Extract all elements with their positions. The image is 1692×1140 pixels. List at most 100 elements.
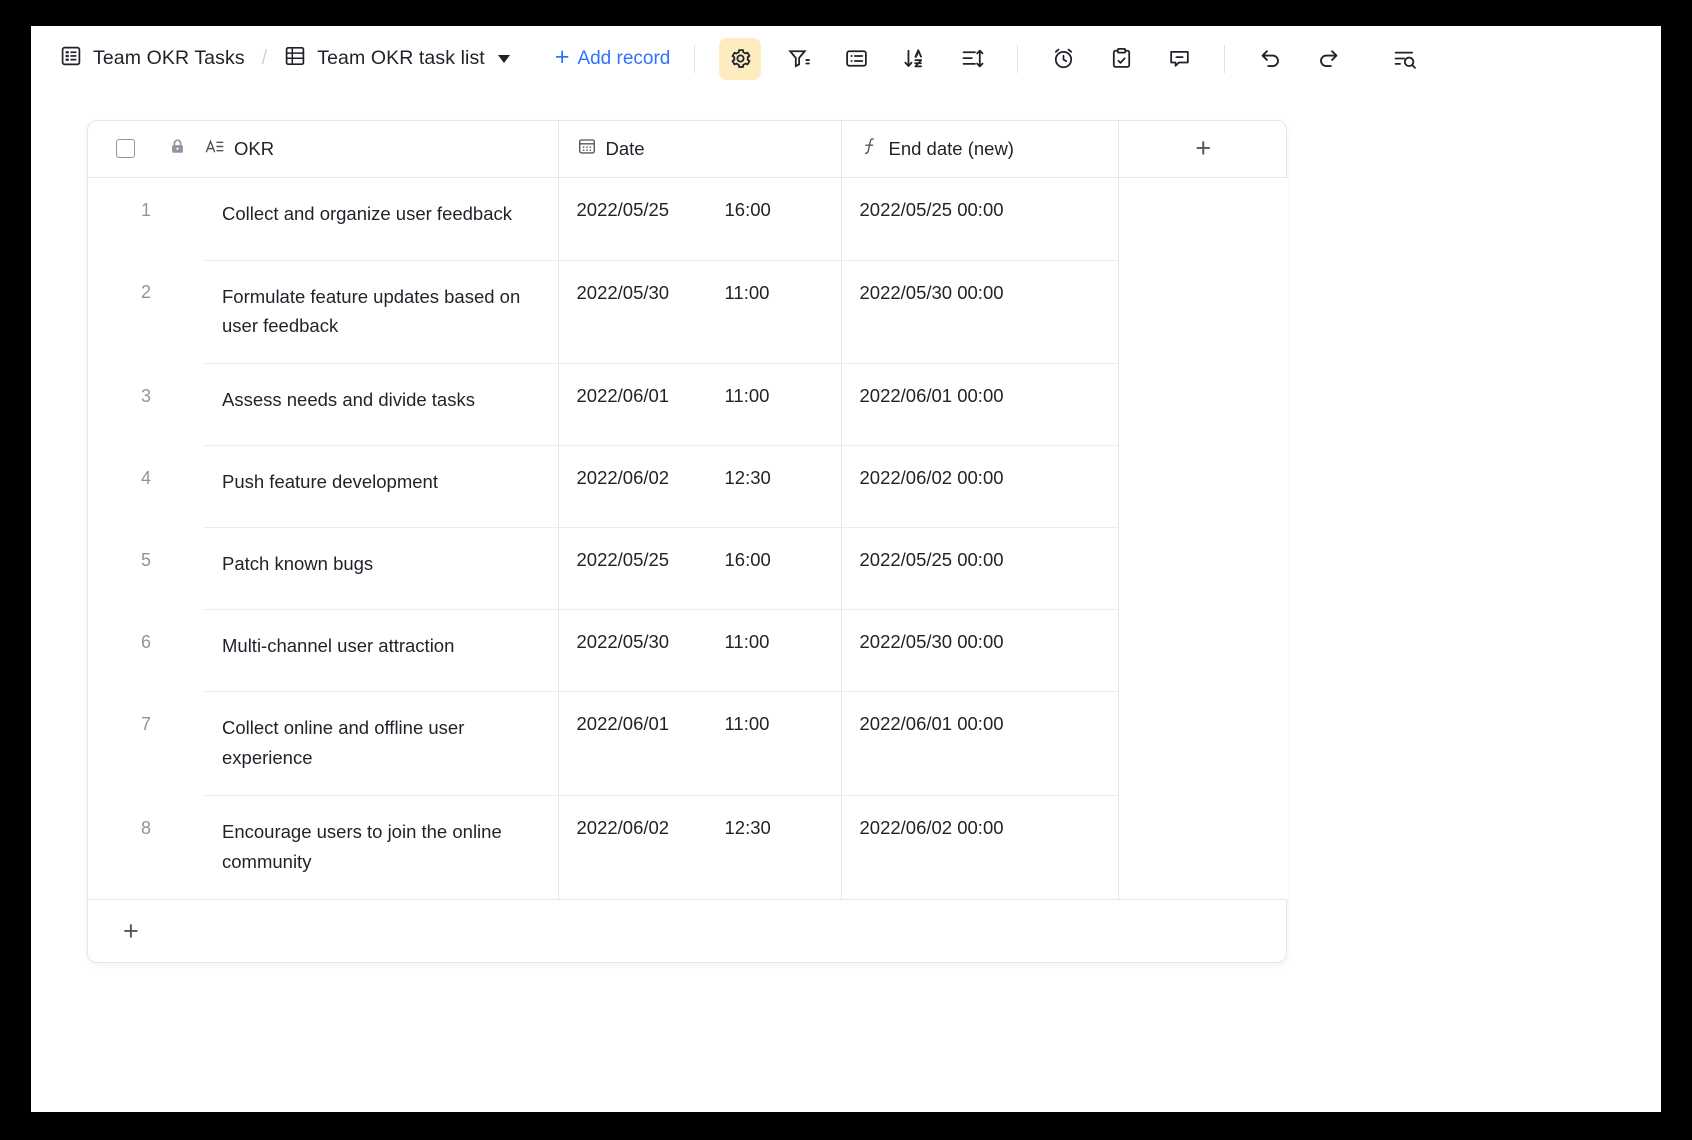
breadcrumb-view-label: Team OKR task list (317, 47, 485, 69)
cell-empty (1118, 527, 1288, 610)
cell-time-value: 11:00 (724, 385, 770, 407)
plus-icon: + (554, 43, 570, 71)
header-cell-okr[interactable]: OKR (204, 121, 559, 178)
row-number: 2 (88, 260, 204, 364)
cell-end-date[interactable]: 2022/06/02 00:00 (841, 795, 1119, 900)
cell-date-value: 2022/05/25 (576, 549, 670, 571)
settings-gear-button[interactable] (719, 37, 762, 80)
cell-end-date[interactable]: 2022/05/25 00:00 (841, 177, 1119, 260)
records-table: OKR Date End date (new) + 1 Collect and … (88, 121, 1288, 900)
cell-end-date[interactable]: 2022/05/30 00:00 (841, 609, 1119, 692)
cell-okr[interactable]: Formulate feature updates based on user … (204, 259, 559, 364)
toolbar-divider-3 (1224, 44, 1226, 73)
cell-end-date[interactable]: 2022/05/30 00:00 (841, 259, 1119, 364)
view-dropdown-caret-icon[interactable] (497, 54, 510, 63)
cell-date[interactable]: 2022/06/01 11:00 (558, 691, 842, 796)
add-record-button[interactable]: + Add record (554, 43, 671, 71)
table-row[interactable]: 2 Formulate feature updates based on use… (88, 259, 1288, 364)
toolbar-divider-1 (694, 44, 696, 73)
table-row[interactable]: 4 Push feature development 2022/06/02 12… (88, 445, 1288, 528)
cell-end-date[interactable]: 2022/06/01 00:00 (841, 691, 1119, 796)
plus-icon: + (123, 915, 139, 946)
formula-field-icon (860, 136, 880, 162)
cell-date-value: 2022/05/25 (576, 198, 670, 220)
add-record-label: Add record (577, 47, 671, 69)
cell-okr[interactable]: Push feature development (204, 445, 559, 528)
header-label-end-date: End date (new) (888, 137, 1014, 159)
header-cell-date[interactable]: Date (558, 121, 842, 178)
table-row[interactable]: 3 Assess needs and divide tasks 2022/06/… (88, 363, 1288, 446)
table-row[interactable]: 1 Collect and organize user feedback 202… (88, 177, 1288, 260)
cell-date[interactable]: 2022/06/02 12:30 (558, 445, 842, 528)
table-row[interactable]: 8 Encourage users to join the online com… (88, 795, 1288, 900)
cell-time-value: 12:30 (724, 817, 771, 839)
header-label-okr: OKR (234, 137, 275, 159)
undo-button[interactable] (1249, 38, 1291, 80)
table-row[interactable]: 5 Patch known bugs 2022/05/25 16:00 2022… (88, 527, 1288, 610)
cell-date[interactable]: 2022/05/30 11:00 (558, 609, 842, 692)
cell-okr[interactable]: Encourage users to join the online commu… (204, 795, 559, 900)
cell-time-value: 16:00 (724, 198, 771, 220)
undo-icon (1258, 46, 1283, 71)
calendar-icon (577, 136, 597, 161)
row-number: 7 (88, 691, 204, 796)
cell-date[interactable]: 2022/05/30 11:00 (558, 259, 842, 364)
cell-okr[interactable]: Collect online and offline user experien… (204, 691, 559, 796)
group-list-icon (844, 46, 869, 71)
search-rows-button[interactable] (1383, 38, 1425, 80)
toolbar-icon-group-view (719, 37, 993, 80)
cell-date[interactable]: 2022/05/25 16:00 (558, 527, 842, 610)
toolbar-divider-2 (1017, 44, 1019, 73)
top-toolbar: Team OKR Tasks / Team OKR task list + Ad… (31, 26, 1661, 91)
clipboard-check-icon (1109, 46, 1134, 71)
breadcrumb-base[interactable]: Team OKR Tasks (60, 45, 245, 72)
row-height-button[interactable] (951, 38, 993, 80)
breadcrumb-view[interactable]: Team OKR task list (284, 45, 485, 72)
filter-button[interactable] (777, 38, 819, 80)
cell-okr[interactable]: Collect and organize user feedback (204, 177, 559, 260)
cell-time-value: 16:00 (724, 549, 771, 571)
add-row-button[interactable]: + (88, 899, 1286, 962)
header-cell-end-date[interactable]: End date (new) (841, 121, 1119, 178)
cell-date-value: 2022/05/30 (576, 281, 670, 303)
toolbar-icon-group-tools (1042, 38, 1200, 80)
cell-okr[interactable]: Multi-channel user attraction (204, 609, 559, 692)
row-number: 8 (88, 795, 204, 900)
base-table-icon (60, 45, 82, 72)
cell-empty (1118, 177, 1288, 260)
cell-end-date[interactable]: 2022/06/02 00:00 (841, 445, 1119, 528)
breadcrumb-base-label: Team OKR Tasks (93, 47, 245, 69)
comment-button[interactable] (1158, 38, 1200, 80)
add-column-button[interactable]: + (1118, 121, 1288, 178)
redo-button[interactable] (1307, 38, 1349, 80)
table-row[interactable]: 6 Multi-channel user attraction 2022/05/… (88, 609, 1288, 692)
cell-date[interactable]: 2022/06/01 11:00 (558, 363, 842, 446)
row-number: 5 (88, 527, 204, 610)
select-all-checkbox[interactable] (116, 139, 135, 159)
search-rows-icon (1392, 46, 1417, 71)
filter-icon (786, 46, 811, 71)
cell-okr[interactable]: Patch known bugs (204, 527, 559, 610)
cell-empty (1118, 691, 1288, 796)
redo-icon (1316, 46, 1341, 71)
settings-gear-icon (728, 46, 753, 71)
toolbar-icon-group-history (1249, 38, 1425, 80)
cell-empty (1118, 260, 1288, 364)
cell-end-date[interactable]: 2022/06/01 00:00 (841, 363, 1119, 446)
cell-date[interactable]: 2022/05/25 16:00 (558, 177, 842, 260)
sort-az-button[interactable] (893, 38, 935, 80)
cell-time-value: 11:00 (724, 281, 770, 303)
cell-okr[interactable]: Assess needs and divide tasks (204, 363, 559, 446)
row-number: 1 (88, 177, 204, 260)
group-list-button[interactable] (835, 38, 877, 80)
comment-icon (1167, 46, 1192, 71)
table-row[interactable]: 7 Collect online and offline user experi… (88, 691, 1288, 796)
grid-view-icon (284, 45, 306, 72)
header-label-date: Date (605, 137, 645, 159)
cell-time-value: 12:30 (724, 467, 771, 489)
cell-end-date[interactable]: 2022/05/25 00:00 (841, 527, 1119, 610)
app-window: Team OKR Tasks / Team OKR task list + Ad… (31, 26, 1661, 1112)
cell-date[interactable]: 2022/06/02 12:30 (558, 795, 842, 900)
alarm-clock-button[interactable] (1042, 38, 1084, 80)
clipboard-check-button[interactable] (1100, 38, 1142, 80)
